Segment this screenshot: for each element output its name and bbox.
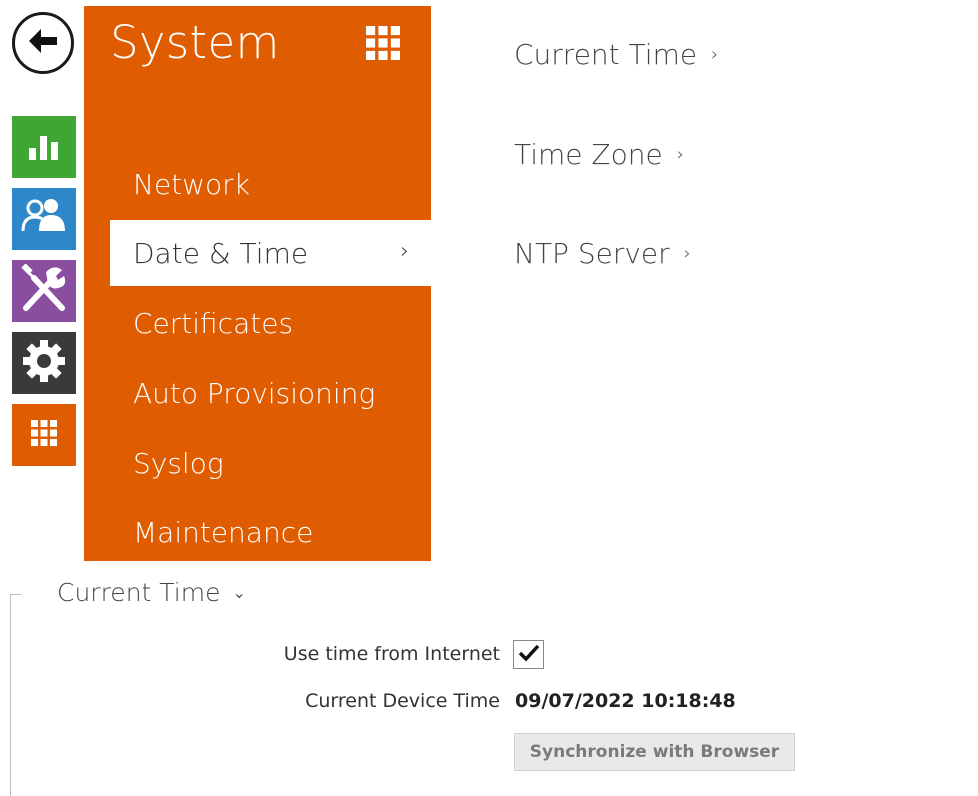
nav-system-button[interactable] (12, 404, 76, 466)
system-menu-panel: System Network Date & Time › Certificate… (84, 6, 431, 561)
menu-item-syslog[interactable]: Syslog (84, 430, 431, 496)
checkmark-icon (518, 644, 540, 666)
section-title: Current Time (57, 578, 221, 607)
menu-item-date-time[interactable]: Date & Time › (110, 220, 431, 286)
menu-item-label: Date & Time (133, 236, 309, 270)
menu-item-label: Network (133, 167, 250, 201)
grid-icon[interactable] (366, 26, 400, 64)
bar-chart-icon (27, 130, 61, 164)
menu-item-label: Maintenance (133, 515, 314, 549)
section-link-ntp-server[interactable]: NTP Server › (514, 237, 691, 270)
tools-icon (20, 263, 68, 318)
chevron-right-icon: › (676, 144, 684, 165)
use-internet-time-label: Use time from Internet (283, 643, 500, 665)
current-time-section-toggle[interactable]: Current Time ⌄ (57, 578, 246, 607)
system-title: System (110, 16, 280, 69)
menu-item-network[interactable]: Network (84, 151, 431, 217)
nav-hardware-button[interactable] (12, 260, 76, 322)
device-time-value: 09/07/2022 10:18:48 (515, 690, 736, 712)
menu-item-maintenance[interactable]: Maintenance (84, 499, 431, 565)
gear-icon (22, 339, 66, 387)
section-link-current-time[interactable]: Current Time › (514, 38, 718, 71)
nav-status-button[interactable] (12, 116, 76, 178)
synchronize-with-browser-button[interactable]: Synchronize with Browser (514, 733, 795, 771)
device-time-label: Current Device Time (305, 690, 500, 712)
section-link-label: Current Time (514, 38, 698, 71)
menu-item-label: Certificates (133, 306, 294, 340)
users-icon (21, 197, 67, 241)
menu-item-certificates[interactable]: Certificates (84, 290, 431, 356)
chevron-right-icon: › (683, 243, 691, 264)
chevron-right-icon: › (711, 44, 719, 65)
section-link-label: Time Zone (514, 138, 663, 171)
section-link-time-zone[interactable]: Time Zone › (514, 138, 684, 171)
section-link-label: NTP Server (514, 237, 670, 270)
nav-directory-button[interactable] (12, 188, 76, 250)
back-button[interactable] (12, 12, 74, 74)
use-internet-time-checkbox[interactable] (513, 640, 544, 669)
chevron-right-icon: › (400, 239, 409, 264)
menu-item-auto-provisioning[interactable]: Auto Provisioning (84, 360, 431, 426)
section-bracket (10, 594, 21, 796)
nav-services-button[interactable] (12, 332, 76, 394)
menu-item-label: Auto Provisioning (133, 376, 376, 410)
arrow-left-icon (27, 27, 59, 59)
grid-icon (31, 420, 57, 450)
chevron-down-icon: ⌄ (232, 583, 246, 602)
page: System Network Date & Time › Certificate… (0, 0, 978, 796)
menu-item-label: Syslog (133, 446, 224, 480)
